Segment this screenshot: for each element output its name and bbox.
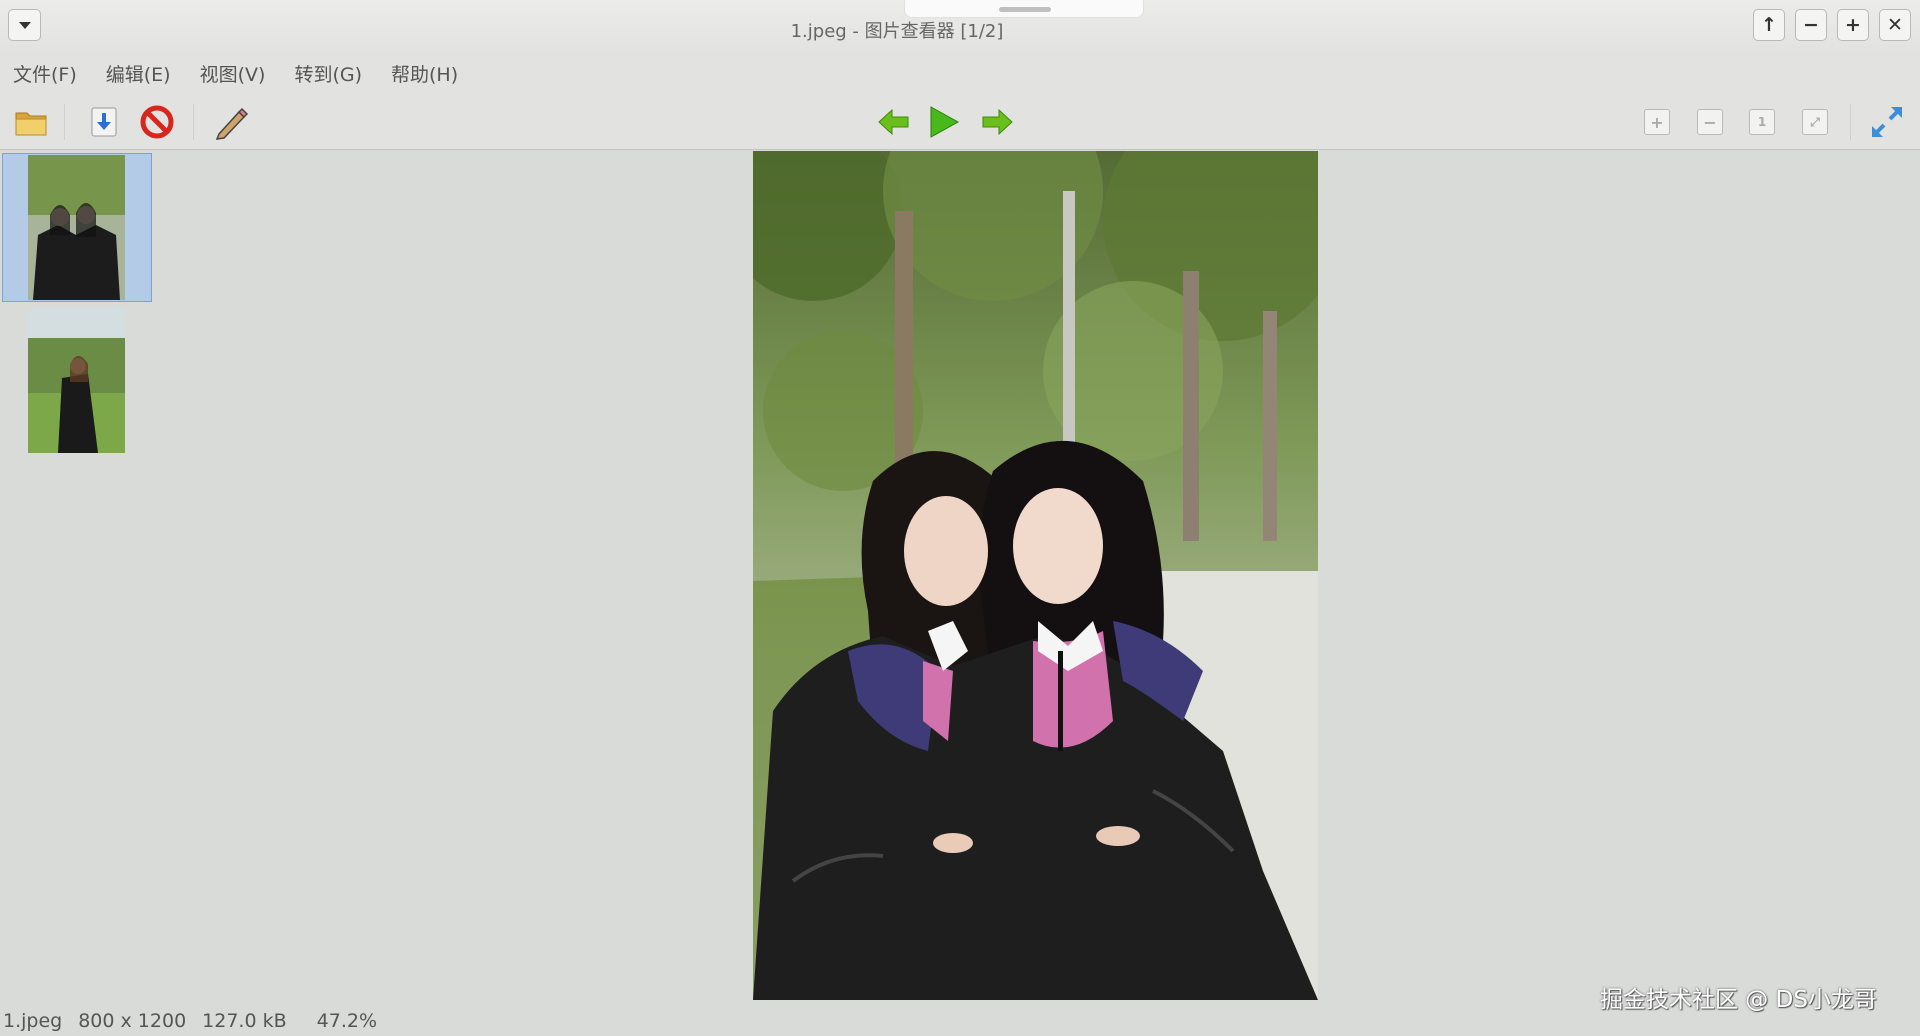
slideshow-button[interactable]: [924, 102, 964, 142]
menu-go[interactable]: 转到(G): [294, 60, 362, 87]
toolbar: + − 1 ⤢: [0, 94, 1920, 150]
status-filesize: 127.0 kB: [202, 1010, 287, 1032]
zoom-out-icon: −: [1697, 109, 1723, 135]
fullscreen-icon: [1872, 107, 1902, 137]
thumbnail-image: [28, 308, 125, 453]
main-image[interactable]: [753, 151, 1318, 1000]
plus-icon: +: [1845, 13, 1861, 36]
thumbnail-1[interactable]: [28, 155, 125, 300]
zoom-original-icon: 1: [1749, 109, 1775, 135]
menu-edit[interactable]: 编辑(E): [106, 60, 171, 87]
close-button[interactable]: ✕: [1879, 9, 1911, 41]
open-button[interactable]: [11, 102, 51, 142]
keep-above-button[interactable]: ↑: [1753, 9, 1785, 41]
zoom-original-button[interactable]: 1: [1742, 102, 1782, 142]
zoom-fit-icon: ⤢: [1802, 109, 1828, 135]
edit-pencil-icon: [215, 107, 249, 140]
status-filename: 1.jpeg: [3, 1010, 63, 1032]
menu-file[interactable]: 文件(F): [13, 60, 77, 87]
delete-button[interactable]: [137, 102, 177, 142]
zoom-in-button[interactable]: +: [1637, 102, 1677, 142]
photo-canvas: [753, 151, 1318, 1000]
save-button[interactable]: [84, 102, 124, 142]
zoom-fit-button[interactable]: ⤢: [1795, 102, 1835, 142]
arrow-up-icon: ↑: [1761, 13, 1777, 36]
previous-button[interactable]: [874, 102, 914, 142]
window-title: 1.jpeg - 图片查看器 [1/2]: [790, 21, 1004, 42]
maximize-button[interactable]: +: [1837, 9, 1869, 41]
folder-open-icon: [15, 112, 47, 136]
minimize-button[interactable]: −: [1795, 9, 1827, 41]
title-bar: 1.jpeg - 图片查看器 [1/2] ↑ − + ✕: [0, 0, 1920, 52]
window-controls: ↑ − + ✕: [1753, 9, 1911, 41]
save-icon: [91, 107, 117, 137]
delete-icon: [140, 105, 174, 139]
status-zoom: 47.2%: [316, 1010, 378, 1032]
thumbnail-image: [28, 155, 125, 300]
menu-bar: 文件(F) 编辑(E) 视图(V) 转到(G) 帮助(H): [0, 52, 1920, 94]
next-arrow-icon: [982, 108, 1013, 136]
thumbnail-2[interactable]: [28, 308, 125, 453]
zoom-in-icon: +: [1644, 109, 1670, 135]
previous-arrow-icon: [878, 108, 909, 136]
play-slideshow-icon: [930, 106, 960, 138]
minus-icon: −: [1803, 13, 1819, 36]
close-icon: ✕: [1887, 13, 1903, 36]
drag-handle[interactable]: [904, 0, 1144, 18]
edit-button[interactable]: [211, 102, 251, 142]
watermark: 掘金技术社区 @ DS小龙哥: [1600, 987, 1877, 1013]
status-dimensions: 800 x 1200: [78, 1010, 187, 1032]
menu-help[interactable]: 帮助(H): [391, 60, 458, 87]
next-button[interactable]: [977, 102, 1017, 142]
fullscreen-button[interactable]: [1867, 102, 1907, 142]
menu-view[interactable]: 视图(V): [200, 60, 266, 87]
zoom-out-button[interactable]: −: [1690, 102, 1730, 142]
